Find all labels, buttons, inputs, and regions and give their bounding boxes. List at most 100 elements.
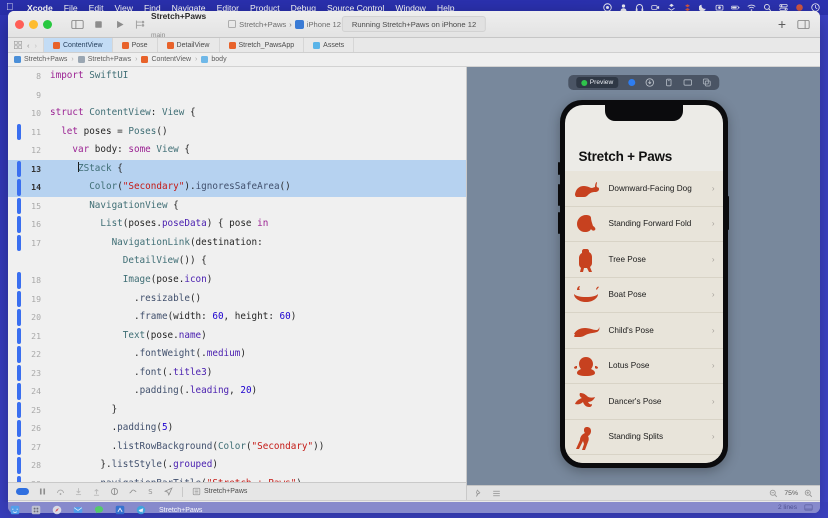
code-line[interactable]: 24 .padding(.leading, 20) <box>8 382 466 401</box>
code-line[interactable]: 16 List(poses.poseData) { pose in <box>8 215 466 234</box>
code-line[interactable]: 18 Image(pose.icon) <box>8 271 466 290</box>
pose-list-item[interactable]: Lotus Pose› <box>565 349 723 385</box>
step-out-icon[interactable] <box>92 487 101 496</box>
stop-button[interactable] <box>92 18 105 31</box>
code-text: .padding(5) <box>48 419 173 438</box>
inspect-button[interactable] <box>659 75 678 90</box>
code-line[interactable]: 25 } <box>8 401 466 420</box>
preview-status[interactable]: Preview <box>571 75 623 90</box>
source-editor[interactable]: 8import SwiftUI910struct ContentView: Vi… <box>8 67 467 500</box>
memory-graph-icon[interactable] <box>128 487 137 496</box>
pose-list-item[interactable]: Dancer's Pose› <box>565 384 723 420</box>
debug-area-toggle[interactable] <box>16 488 29 495</box>
continue-icon[interactable] <box>164 487 173 496</box>
code-text: import SwiftUI <box>48 67 128 86</box>
code-line[interactable]: 26 .padding(5) <box>8 419 466 438</box>
code-line[interactable]: 11 let poses = Poses() <box>8 123 466 142</box>
code-text: struct ContentView: View { <box>48 104 196 123</box>
change-bar <box>17 328 21 345</box>
debug-view-hierarchy-icon[interactable] <box>110 487 119 496</box>
pin-preview-icon[interactable] <box>474 489 483 498</box>
code-text: List(poses.poseData) { pose in <box>48 215 268 234</box>
zoom-out-icon[interactable] <box>769 489 778 498</box>
finder-icon[interactable] <box>10 505 20 515</box>
code-line[interactable]: DetailView()) { <box>8 252 466 271</box>
cat-boat-pose-icon <box>571 282 602 308</box>
code-lines[interactable]: 8import SwiftUI910struct ContentView: Vi… <box>8 67 466 482</box>
tab-contentview[interactable]: ContentView <box>44 38 113 52</box>
code-line[interactable]: 12 var body: some View { <box>8 141 466 160</box>
code-line[interactable]: 28 }.listStyle(.grouped) <box>8 456 466 475</box>
telegram-icon[interactable] <box>136 505 146 515</box>
code-line[interactable]: 23 .font(.title3) <box>8 364 466 383</box>
forward-button[interactable]: › <box>35 41 38 50</box>
launchpad-icon[interactable] <box>31 505 41 515</box>
change-bar <box>17 346 21 363</box>
pose-list-item[interactable]: Downward-Facing Dog› <box>565 171 723 207</box>
pose-list[interactable]: Downward-Facing Dog›Standing Forward Fol… <box>565 171 723 463</box>
editor-tab-strip: ‹ › ContentView Pose DetailView Stretch_… <box>8 38 820 53</box>
line-number: 16 <box>8 215 48 234</box>
change-bar <box>17 216 21 233</box>
close-button[interactable] <box>15 20 24 29</box>
change-bar <box>17 457 21 474</box>
debug-process[interactable]: Stretch+Paws <box>192 487 247 496</box>
code-line[interactable]: 15 NavigationView { <box>8 197 466 216</box>
pose-list-item[interactable]: Tree Pose› <box>565 242 723 278</box>
code-line[interactable]: 8import SwiftUI <box>8 67 466 86</box>
pose-list-item[interactable]: Child's Pose› <box>565 313 723 349</box>
sidebar-toggle-icon[interactable] <box>71 18 84 31</box>
line-number: 8 <box>8 67 48 86</box>
code-line[interactable]: 13 ZStack { <box>8 160 466 179</box>
breadcrumb-item-folder[interactable]: Stretch+Paws <box>78 56 131 63</box>
scheme-destination[interactable]: Stretch+Paws › iPhone 12 <box>228 20 341 29</box>
messages-icon[interactable] <box>94 505 104 515</box>
tab-assets[interactable]: Assets <box>304 38 354 52</box>
line-number: 12 <box>8 141 48 160</box>
step-into-icon[interactable] <box>74 487 83 496</box>
simulate-location-icon[interactable]: S <box>146 487 155 496</box>
breadcrumb-label: ContentView <box>151 56 191 63</box>
scheme-selector[interactable]: Stretch+Paws main <box>134 11 206 42</box>
inspector-toggle-icon[interactable] <box>797 18 810 31</box>
code-line[interactable]: 17 NavigationLink(destination: <box>8 234 466 253</box>
code-line[interactable]: 19 .resizable() <box>8 290 466 309</box>
code-line[interactable]: 22 .fontWeight(.medium) <box>8 345 466 364</box>
pause-icon[interactable] <box>38 487 47 496</box>
device-settings-button[interactable] <box>678 75 697 90</box>
back-button[interactable]: ‹ <box>27 41 30 50</box>
pose-name: Standing Forward Fold <box>609 219 712 228</box>
mail-icon[interactable] <box>73 505 83 515</box>
cat-forearm-stand-icon <box>571 459 602 463</box>
breadcrumb-item-symbol[interactable]: body <box>201 56 226 63</box>
pose-list-item[interactable]: Forearm Stand› <box>565 455 723 463</box>
code-line[interactable]: 21 Text(pose.name) <box>8 327 466 346</box>
pose-list-item[interactable]: Standing Forward Fold› <box>565 207 723 243</box>
zoom-in-icon[interactable] <box>804 489 813 498</box>
xcode-icon[interactable] <box>115 505 125 515</box>
code-line[interactable]: 27 .listRowBackground(Color("Secondary")… <box>8 438 466 457</box>
add-editor-button[interactable]: + <box>778 17 786 31</box>
safari-icon[interactable] <box>52 505 62 515</box>
breadcrumb-item-project[interactable]: Stretch+Paws <box>14 56 67 63</box>
code-line[interactable]: 9 <box>8 86 466 105</box>
preview-list-icon[interactable] <box>492 489 501 498</box>
tab-overview-icon[interactable] <box>14 41 22 49</box>
zoom-button[interactable] <box>43 20 52 29</box>
pose-list-item[interactable]: Boat Pose› <box>565 278 723 314</box>
breadcrumb-item-file[interactable]: ContentView <box>141 56 191 63</box>
code-line[interactable]: 10struct ContentView: View { <box>8 104 466 123</box>
duplicate-preview-button[interactable] <box>697 75 716 90</box>
download-to-device-button[interactable] <box>640 75 659 90</box>
minimize-button[interactable] <box>29 20 38 29</box>
run-button[interactable] <box>113 18 126 31</box>
preview-canvas[interactable]: Preview <box>467 67 820 485</box>
live-preview-button[interactable] <box>623 75 640 90</box>
tab-stretch-pawsapp[interactable]: Stretch_PawsApp <box>220 38 305 52</box>
pose-list-item[interactable]: Standing Splits› <box>565 420 723 456</box>
step-over-icon[interactable] <box>56 487 65 496</box>
code-line[interactable]: 20 .frame(width: 60, height: 60) <box>8 308 466 327</box>
iphone-screen[interactable]: Stretch + Paws Downward-Facing Dog›Stand… <box>565 105 723 463</box>
code-line[interactable]: 29 .navigationBarTitle("Stretch + Paws") <box>8 475 466 482</box>
code-line[interactable]: 14 Color("Secondary").ignoresSafeArea() <box>8 178 466 197</box>
